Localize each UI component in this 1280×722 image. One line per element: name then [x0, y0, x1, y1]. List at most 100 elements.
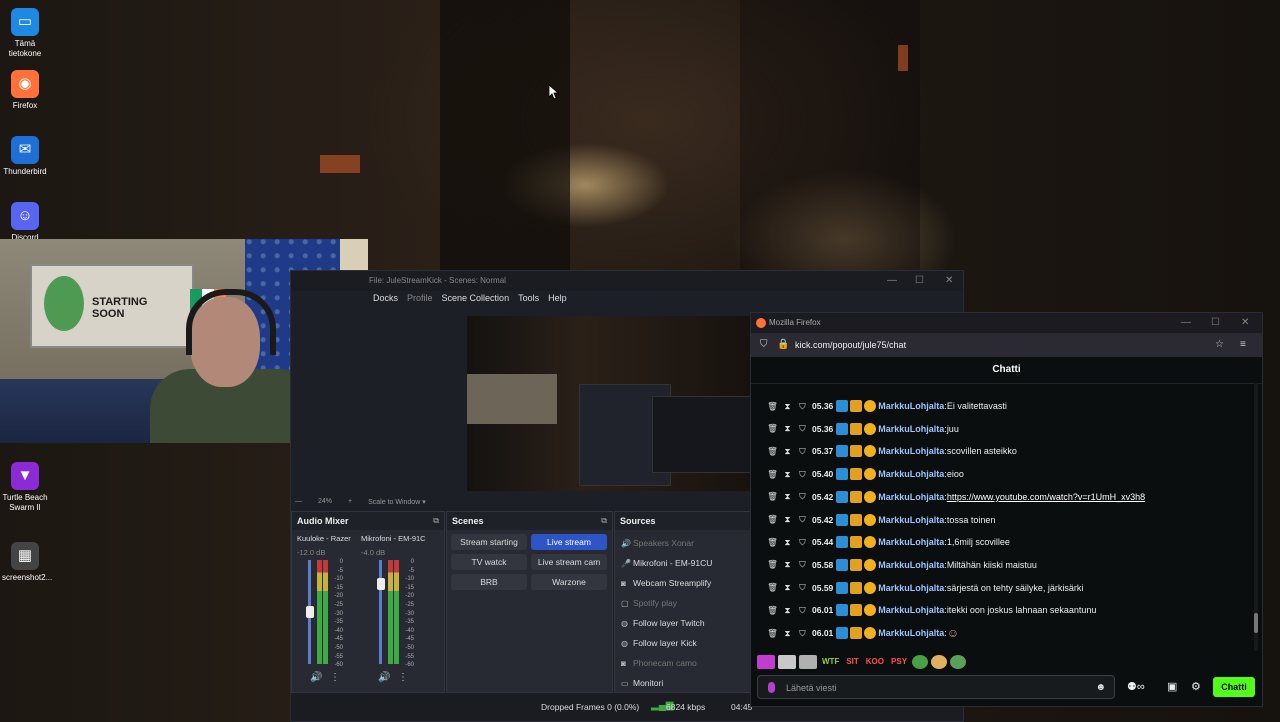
close-icon[interactable]: ✕	[945, 271, 953, 291]
timeout-icon[interactable]: ⧗	[782, 514, 793, 525]
popout-icon[interactable]: ⧉	[601, 512, 607, 530]
maximize-icon[interactable]: ☐	[1211, 313, 1220, 333]
menu-item-profile[interactable]: Profile	[407, 293, 433, 309]
chat-message[interactable]: 🗑 ⧗ ⛉ 05.58 MarkkuLohjalta: Miltähän kiiski …	[767, 556, 1037, 574]
source-item[interactable]: 🎤 Mikrofoni - EM-91CU	[621, 556, 712, 570]
scene-item[interactable]: Warzone	[531, 574, 607, 590]
chat-username[interactable]: MarkkuLohjalta	[878, 605, 944, 615]
shield-icon[interactable]: ⛉	[797, 514, 808, 525]
emote-icon[interactable]	[950, 655, 967, 669]
chat-username[interactable]: MarkkuLohjalta	[878, 469, 944, 479]
emote-koo[interactable]: KOO	[864, 655, 886, 669]
scale-select[interactable]: Scale to Window ▾	[368, 498, 426, 506]
chat-message[interactable]: 🗑 ⧗ ⛉ 05.40 MarkkuLohjalta: eioo	[767, 465, 964, 483]
scene-item[interactable]: Live stream	[531, 534, 607, 550]
chat-message[interactable]: 🗑 ⧗ ⛉ 05.37 MarkkuLohjalta: scovillen asteik…	[767, 442, 1017, 460]
shield-icon[interactable]: ⛉	[797, 446, 808, 457]
scene-item[interactable]: Live stream cam	[531, 554, 607, 570]
scene-item[interactable]: TV watck	[451, 554, 527, 570]
settings-gear-icon[interactable]: ⚙	[1191, 675, 1201, 699]
more-options-icon[interactable]: ⋮	[398, 672, 408, 683]
source-item[interactable]: ◙ Webcam Streamplify	[621, 576, 711, 590]
scene-item[interactable]: Stream starting	[451, 534, 527, 550]
shield-icon[interactable]: ⛉	[797, 491, 808, 502]
volume-slider-knob[interactable]	[306, 606, 314, 618]
timeout-icon[interactable]: ⧗	[782, 491, 793, 502]
desktop-icon[interactable]: ✉ Thunderbird	[2, 136, 48, 177]
url-bar[interactable]: ⛉ 🔒 kick.com/popout/jule75/chat ☆ ≡	[751, 333, 1262, 357]
popout-icon[interactable]: ⧉	[433, 512, 439, 530]
emote-icon[interactable]	[757, 655, 775, 669]
mic-icon[interactable]	[768, 682, 775, 693]
menu-item-tools[interactable]: Tools	[518, 293, 539, 309]
desktop-icon[interactable]: ▼ Turtle Beach Swarm II	[2, 462, 48, 513]
emote-psy[interactable]: PSY	[889, 655, 909, 669]
chat-message[interactable]: 🗑 ⧗ ⛉ 05.36 MarkkuLohjalta: juu	[767, 420, 959, 438]
chat-message[interactable]: 🗑 ⧗ ⛉ 05.59 MarkkuLohjalta: särjestä on teht…	[767, 579, 1083, 597]
emote-icon[interactable]	[799, 655, 817, 669]
shield-icon[interactable]: ⛉	[760, 333, 768, 357]
shield-icon[interactable]: ⛉	[797, 469, 808, 480]
bookmark-star-icon[interactable]: ☆	[1215, 333, 1224, 357]
chat-username[interactable]: MarkkuLohjalta	[878, 446, 944, 456]
gift-icon[interactable]: ▣	[1167, 675, 1177, 699]
volume-slider[interactable]	[379, 560, 382, 664]
scrollbar-thumb[interactable]	[1254, 613, 1258, 633]
emote-sit[interactable]: SIT	[844, 655, 860, 669]
delete-message-icon[interactable]: 🗑	[767, 559, 778, 570]
speaker-icon[interactable]: 🔊	[310, 672, 322, 683]
shield-icon[interactable]: ⛉	[797, 537, 808, 548]
firefox-titlebar[interactable]: Mozilla Firefox — ☐ ✕	[751, 313, 1262, 333]
shield-icon[interactable]: ⛉	[797, 605, 808, 616]
timeout-icon[interactable]: ⧗	[782, 401, 793, 412]
maximize-icon[interactable]: ☐	[915, 271, 924, 291]
source-item[interactable]: 🔊 Speakers Xonar	[621, 536, 694, 550]
emoji-icon[interactable]: ☻	[1095, 676, 1106, 700]
delete-message-icon[interactable]: 🗑	[767, 628, 778, 639]
users-icon[interactable]: ⚉∞	[1127, 675, 1145, 699]
scene-item[interactable]: BRB	[451, 574, 527, 590]
timeout-icon[interactable]: ⧗	[782, 582, 793, 593]
chat-username[interactable]: MarkkuLohjalta	[878, 628, 944, 638]
close-icon[interactable]: ✕	[1241, 313, 1249, 333]
timeout-icon[interactable]: ⧗	[782, 537, 793, 548]
minimize-icon[interactable]: —	[887, 271, 897, 291]
delete-message-icon[interactable]: 🗑	[767, 401, 778, 412]
chat-message[interactable]: 🗑 ⧗ ⛉ 05.42 MarkkuLohjalta: https://www.yout…	[767, 488, 1145, 506]
menu-item-scene-collection[interactable]: Scene Collection	[442, 293, 510, 309]
chat-scrollbar[interactable]	[1254, 383, 1258, 651]
zoom-in-button[interactable]: +	[348, 498, 352, 506]
volume-slider-knob[interactable]	[377, 578, 385, 590]
speaker-icon[interactable]: 🔊	[378, 672, 390, 683]
timeout-icon[interactable]: ⧗	[782, 559, 793, 570]
chat-message[interactable]: 🗑 ⧗ ⛉ 06.01 MarkkuLohjalta: ☺	[767, 624, 959, 642]
source-item[interactable]: ◍ Follow layer Kick	[621, 636, 697, 650]
chat-username[interactable]: MarkkuLohjalta	[878, 424, 944, 434]
timeout-icon[interactable]: ⧗	[782, 605, 793, 616]
delete-message-icon[interactable]: 🗑	[767, 469, 778, 480]
source-item[interactable]: ◙ Phonecam camo	[621, 656, 697, 670]
obs-preview[interactable]	[467, 316, 754, 491]
shield-icon[interactable]: ⛉	[797, 559, 808, 570]
menu-item-help[interactable]: Help	[548, 293, 567, 309]
more-options-icon[interactable]: ⋮	[330, 672, 340, 683]
chat-username[interactable]: MarkkuLohjalta	[878, 401, 944, 411]
chat-message[interactable]: 🗑 ⧗ ⛉ 05.36 MarkkuLohjalta: Ei valitettavast…	[767, 397, 1007, 415]
zoom-out-button[interactable]: —	[295, 498, 302, 506]
menu-item-docks[interactable]: Docks	[373, 293, 398, 309]
emote-icon[interactable]	[912, 655, 929, 669]
chat-username[interactable]: MarkkuLohjalta	[878, 583, 944, 593]
emote-icon[interactable]	[931, 655, 948, 669]
delete-message-icon[interactable]: 🗑	[767, 446, 778, 457]
timeout-icon[interactable]: ⧗	[782, 446, 793, 457]
send-chat-button[interactable]: Chatti	[1213, 677, 1255, 697]
chat-message-list[interactable]: 🗑 ⧗ ⛉ 05.36 MarkkuLohjalta: Ei valitettavast…	[751, 383, 1256, 651]
delete-message-icon[interactable]: 🗑	[767, 423, 778, 434]
obs-titlebar[interactable]: File: JuleStreamKick - Scenes: Normal — …	[291, 271, 963, 291]
chat-username[interactable]: MarkkuLohjalta	[878, 560, 944, 570]
source-item[interactable]: ◍ Follow layer Twitch	[621, 616, 705, 630]
shield-icon[interactable]: ⛉	[797, 423, 808, 434]
source-item[interactable]: ▭ Monitori	[621, 676, 663, 690]
timeout-icon[interactable]: ⧗	[782, 423, 793, 434]
delete-message-icon[interactable]: 🗑	[767, 605, 778, 616]
